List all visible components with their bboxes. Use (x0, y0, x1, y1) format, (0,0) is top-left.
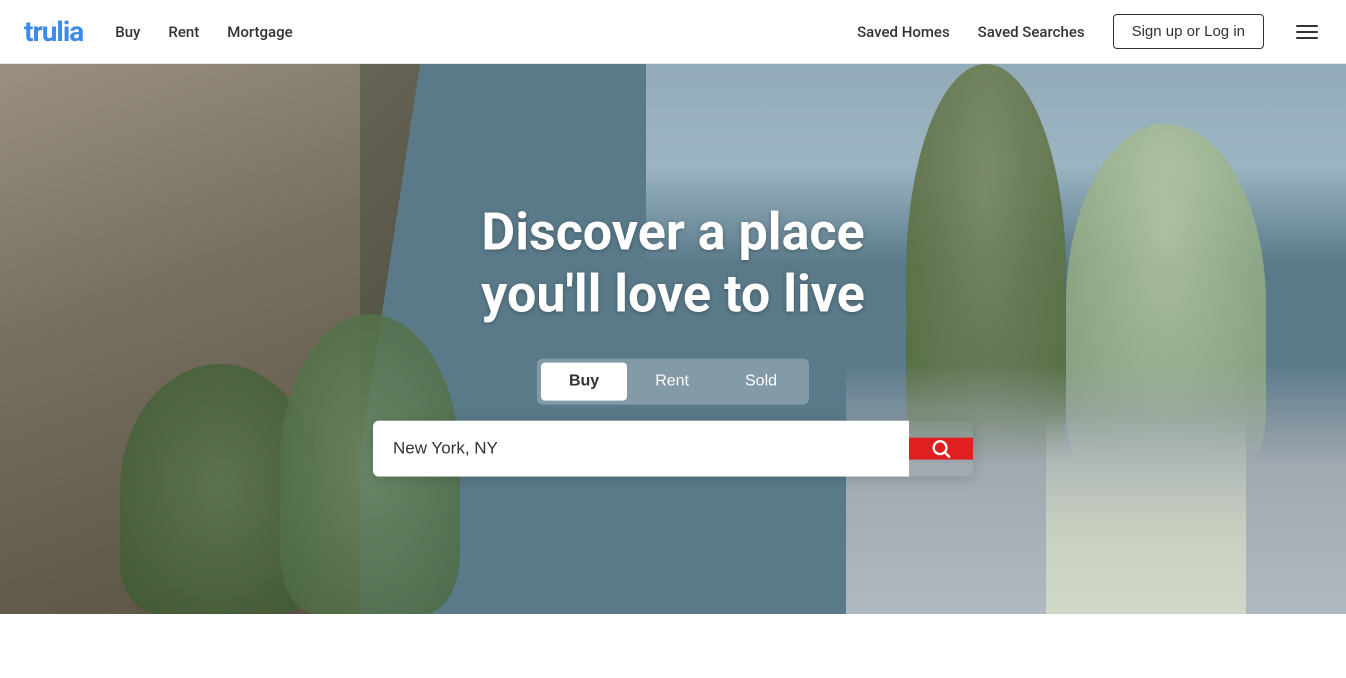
hamburger-line-2 (1296, 31, 1318, 33)
search-button[interactable] (909, 437, 973, 459)
tab-rent[interactable]: Rent (627, 362, 717, 400)
search-icon (930, 437, 952, 459)
logo[interactable]: trulia (24, 15, 83, 48)
hamburger-line-1 (1296, 25, 1318, 27)
hero-title-line2: you'll love to live (481, 264, 865, 325)
tab-buy[interactable]: Buy (541, 362, 627, 400)
hero-title-line1: Discover a place (481, 202, 864, 263)
header: trulia Buy Rent Mortgage Saved Homes Sav… (0, 0, 1346, 64)
hamburger-menu-button[interactable] (1292, 21, 1322, 43)
header-right: Saved Homes Saved Searches Sign up or Lo… (857, 14, 1322, 49)
nav-buy[interactable]: Buy (115, 23, 140, 41)
search-input[interactable] (373, 420, 909, 476)
logo-text: trulia (24, 15, 83, 48)
nav-rent[interactable]: Rent (168, 23, 199, 41)
tab-sold[interactable]: Sold (717, 362, 805, 400)
main-nav: Buy Rent Mortgage (115, 23, 857, 41)
hamburger-line-3 (1296, 37, 1318, 39)
hero-content: Discover a place you'll love to live Buy… (373, 202, 973, 477)
search-bar (373, 420, 973, 476)
saved-searches-link[interactable]: Saved Searches (978, 23, 1085, 41)
search-type-tabs: Buy Rent Sold (537, 358, 809, 404)
sign-up-button[interactable]: Sign up or Log in (1113, 14, 1264, 49)
hero-title: Discover a place you'll love to live (373, 202, 973, 327)
hero-sidewalk (1046, 414, 1246, 614)
saved-homes-link[interactable]: Saved Homes (857, 23, 950, 41)
below-hero (0, 614, 1346, 678)
nav-mortgage[interactable]: Mortgage (227, 23, 292, 41)
hero-section: Discover a place you'll love to live Buy… (0, 64, 1346, 614)
